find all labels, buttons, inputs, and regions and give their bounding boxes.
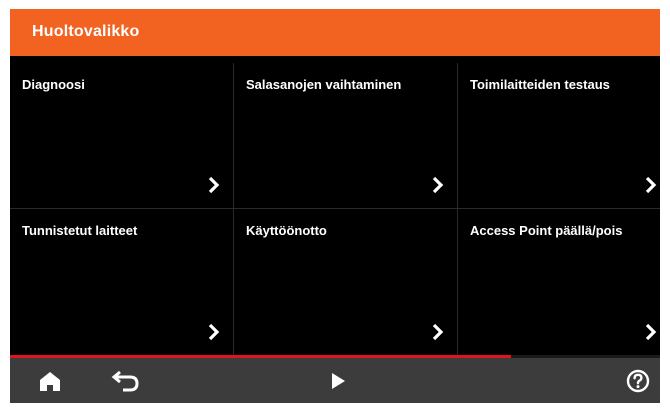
play-button[interactable] [316, 358, 360, 403]
tile-access-point-toggle[interactable]: Access Point päällä/pois [458, 209, 660, 355]
tile-commissioning[interactable]: Käyttöönotto [234, 209, 458, 355]
chevron-right-icon [645, 176, 657, 194]
chevron-right-icon [432, 323, 444, 341]
tile-change-passwords[interactable]: Salasanojen vaihtaminen [234, 63, 458, 209]
chevron-right-icon [208, 176, 220, 194]
tile-label: Toimilaitteiden testaus [470, 77, 610, 92]
tile-label: Access Point päällä/pois [470, 223, 623, 238]
help-icon [626, 369, 650, 392]
page-title: Huoltovalikko [32, 23, 140, 40]
tile-actuator-testing[interactable]: Toimilaitteiden testaus [458, 63, 660, 209]
menu-grid: Diagnoosi Salasanojen vaihtaminen Toimil… [10, 63, 660, 355]
tile-label: Diagnoosi [22, 77, 85, 92]
back-button[interactable] [104, 358, 148, 403]
tile-label: Salasanojen vaihtaminen [246, 77, 402, 92]
tile-label: Tunnistetut laitteet [22, 223, 138, 238]
header-bar: Huoltovalikko [10, 9, 660, 56]
tile-detected-devices[interactable]: Tunnistetut laitteet [10, 209, 234, 355]
chevron-right-icon [432, 176, 444, 194]
chevron-right-icon [208, 323, 220, 341]
back-icon [111, 370, 139, 391]
help-button[interactable] [616, 358, 660, 403]
bottom-nav-bar [10, 358, 660, 403]
chevron-right-icon [645, 323, 657, 341]
home-icon [40, 371, 60, 391]
tile-diagnostics[interactable]: Diagnoosi [10, 63, 234, 209]
home-button[interactable] [28, 358, 72, 403]
tile-label: Käyttöönotto [246, 223, 327, 238]
service-menu-screen: Huoltovalikko Diagnoosi Salasanojen vaih… [10, 9, 660, 403]
play-icon [332, 372, 345, 389]
